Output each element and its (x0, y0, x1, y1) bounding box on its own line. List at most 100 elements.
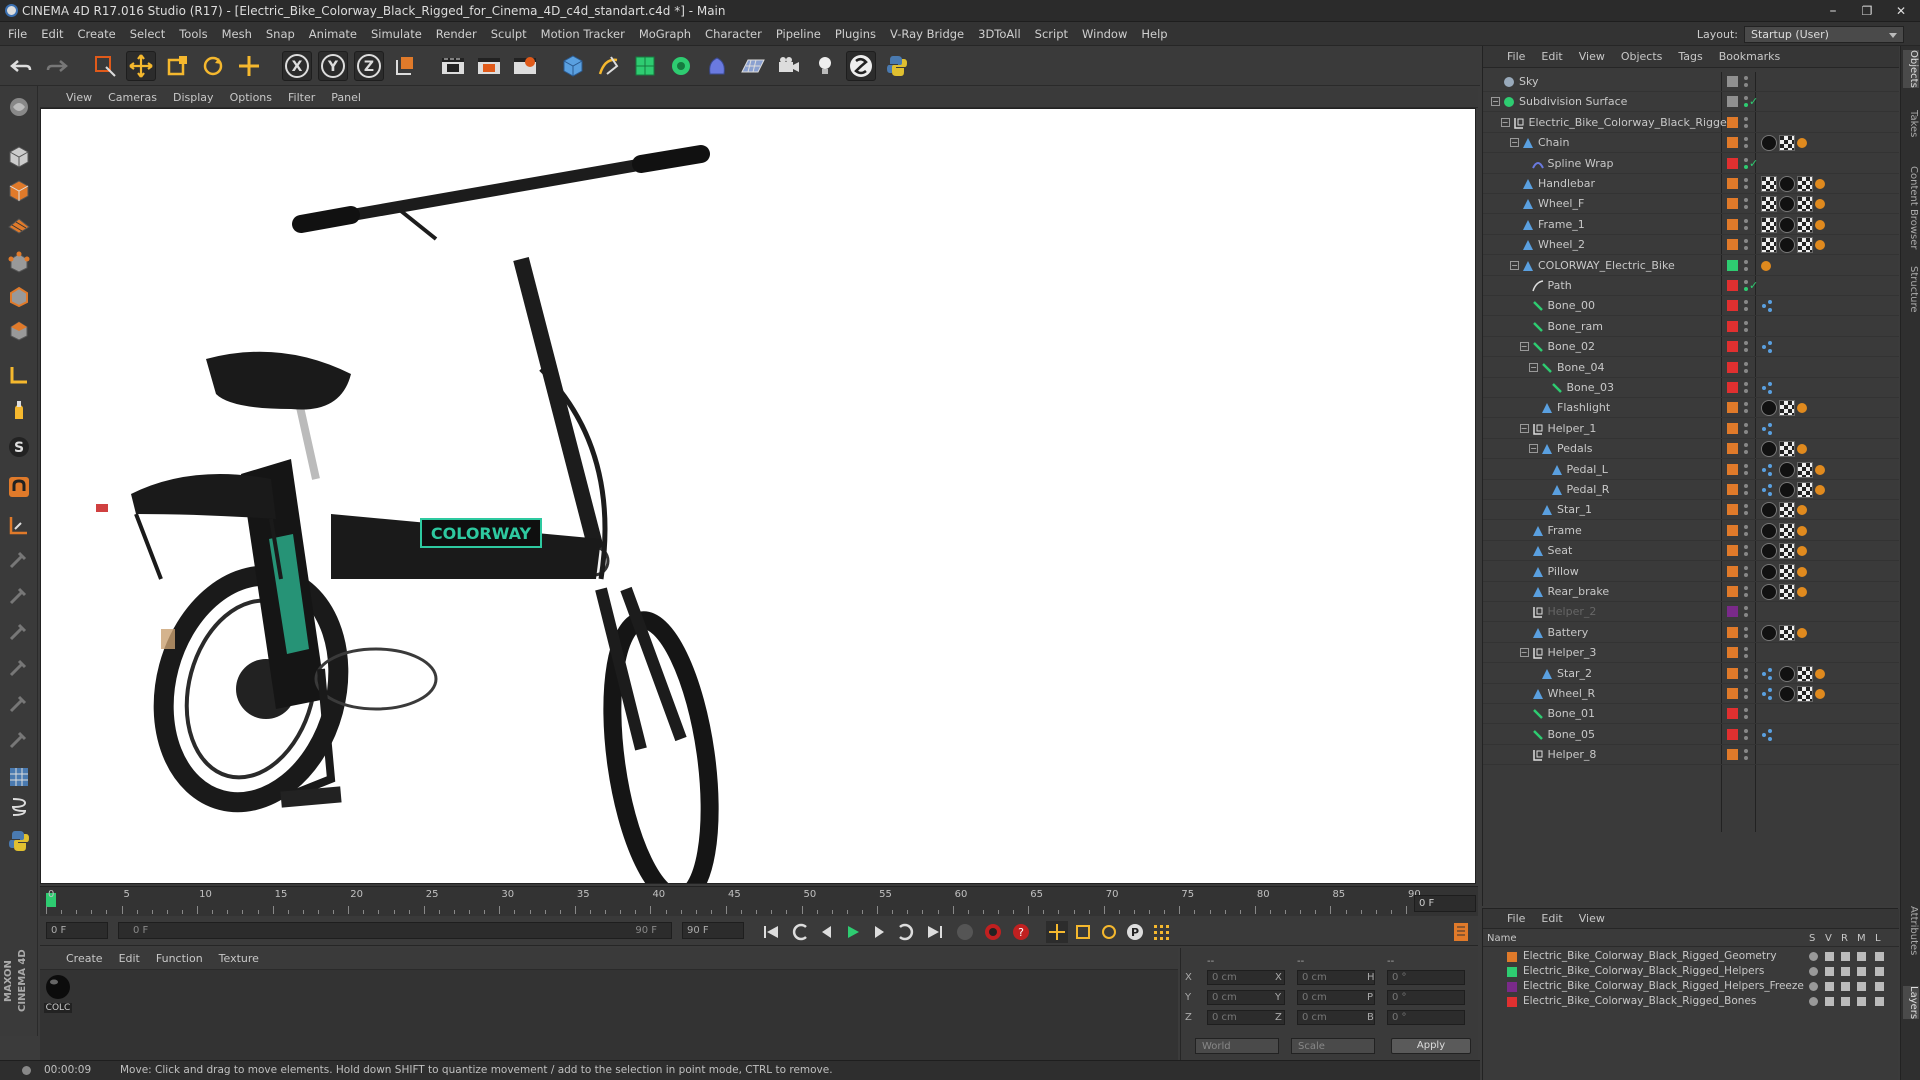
visibility-dots-icon[interactable] (1743, 401, 1749, 415)
material-tag-icon[interactable] (1761, 584, 1777, 600)
object-name[interactable]: Spline Wrap (1548, 157, 1614, 170)
end-frame-field[interactable]: 90 F (682, 922, 744, 939)
object-menu-item-1[interactable]: Edit (1541, 50, 1562, 63)
make-editable-icon[interactable] (4, 92, 34, 122)
object-name[interactable]: Bone_ram (1548, 320, 1604, 333)
visibility-dots-icon[interactable] (1743, 136, 1749, 150)
texture-tag-icon[interactable] (1779, 543, 1795, 560)
layer-color-swatch[interactable] (1727, 422, 1738, 434)
y-axis-icon[interactable]: Y (318, 51, 348, 81)
visibility-dots-icon[interactable] (1743, 218, 1749, 232)
object-name[interactable]: Star_2 (1557, 667, 1592, 680)
ik-tag-icon[interactable] (1761, 462, 1777, 478)
step-forward-icon[interactable] (868, 921, 890, 943)
phong-tag-icon[interactable] (1761, 176, 1777, 192)
ik-tag-icon[interactable] (1761, 298, 1777, 314)
menu-item-13[interactable]: Character (705, 27, 762, 41)
z-axis-icon[interactable]: Z (354, 51, 384, 81)
layer-manager-icon[interactable] (1857, 997, 1866, 1006)
layer-color-swatch[interactable] (1727, 484, 1738, 495)
expand-toggle-icon[interactable]: − (1519, 342, 1529, 352)
object-menu-item-2[interactable]: View (1579, 50, 1605, 63)
object-name[interactable]: Rear_brake (1548, 585, 1610, 598)
layer-color-swatch[interactable] (1727, 280, 1738, 291)
key-scale-icon[interactable] (1072, 921, 1094, 943)
display-tag-icon[interactable] (1797, 627, 1807, 638)
object-name[interactable]: Star_1 (1557, 503, 1592, 516)
coord-size-field[interactable]: 0 cm (1297, 1010, 1375, 1025)
menu-item-3[interactable]: Select (130, 27, 165, 41)
layer-row[interactable]: Electric_Bike_Colorway_Black_Rigged_Bone… (1483, 994, 1899, 1009)
autokeying-icon[interactable] (982, 921, 1004, 943)
object-row[interactable]: − Electric_Bike_Colorway_Black_Rigged (1483, 113, 1899, 133)
layer-name[interactable]: Electric_Bike_Colorway_Black_Rigged_Help… (1523, 965, 1764, 977)
layer-lock-icon[interactable] (1875, 967, 1884, 976)
layer-color-swatch[interactable] (1727, 218, 1738, 230)
display-tag-icon[interactable] (1797, 138, 1807, 149)
menu-item-1[interactable]: Edit (41, 27, 63, 41)
side-tab-0[interactable]: Objects (1903, 50, 1919, 88)
object-row[interactable]: − Helper_3 (1483, 643, 1899, 664)
object-name[interactable]: Wheel_R (1548, 687, 1596, 700)
preview-range-slider[interactable]: 0 F 90 F (118, 922, 672, 939)
python-icon[interactable] (882, 51, 912, 81)
layer-render-icon[interactable] (1841, 982, 1850, 991)
phong-tag-icon[interactable] (1761, 237, 1777, 254)
layer-color-swatch[interactable] (1727, 402, 1738, 414)
object-row[interactable]: Wheel_2 (1483, 235, 1899, 256)
visibility-dots-icon[interactable] (1743, 442, 1749, 456)
step-back-icon[interactable] (816, 921, 838, 943)
layer-color-swatch[interactable] (1727, 504, 1738, 516)
object-row[interactable]: Rear_brake (1483, 582, 1899, 602)
object-name[interactable]: COLORWAY_Electric_Bike (1538, 259, 1675, 272)
object-name[interactable]: Subdivision Surface (1519, 95, 1627, 108)
material-swatch[interactable]: COLC (44, 974, 72, 1013)
object-row[interactable]: Pedal_R (1483, 480, 1899, 500)
layer-row[interactable]: Electric_Bike_Colorway_Black_Rigged_Geom… (1483, 949, 1899, 964)
side-tab-2[interactable]: Content Browser (1903, 166, 1919, 249)
keyframe-selection-icon[interactable]: ? (1010, 921, 1032, 943)
layer-lock-icon[interactable] (1875, 982, 1884, 991)
menu-item-17[interactable]: 3DToAll (978, 27, 1021, 41)
object-name[interactable]: Chain (1538, 136, 1569, 149)
brush-tool-1-icon[interactable] (4, 544, 34, 574)
object-row[interactable]: Frame_1 (1483, 215, 1899, 235)
layer-color-swatch[interactable] (1727, 708, 1738, 720)
object-name[interactable]: Helper_3 (1548, 646, 1597, 659)
render-picture-viewer-icon[interactable] (474, 51, 504, 81)
material-tag-icon[interactable] (1761, 522, 1777, 539)
layer-color-swatch[interactable] (1727, 361, 1738, 373)
object-name[interactable]: Wheel_F (1538, 197, 1584, 210)
layer-color-swatch[interactable] (1727, 96, 1738, 108)
workplane-mode-icon[interactable] (4, 210, 34, 240)
layer-color-swatch[interactable] (1727, 178, 1738, 189)
menu-item-10[interactable]: Sculpt (491, 27, 527, 41)
layer-color-swatch[interactable] (1727, 116, 1738, 128)
ik-tag-icon[interactable] (1761, 482, 1777, 498)
menu-item-20[interactable]: Help (1141, 27, 1167, 41)
menu-item-15[interactable]: Plugins (835, 27, 876, 41)
texture-tag-icon[interactable] (1779, 502, 1795, 519)
layer-color-swatch[interactable] (1727, 157, 1738, 169)
menu-item-18[interactable]: Script (1035, 27, 1068, 41)
layer-visible-icon[interactable] (1825, 967, 1834, 976)
display-tag-icon[interactable] (1797, 566, 1807, 577)
visibility-dots-icon[interactable] (1743, 75, 1749, 89)
snap-icon[interactable]: S (4, 432, 34, 462)
pen-spline-icon[interactable] (594, 51, 624, 81)
visibility-dots-icon[interactable] (1743, 340, 1749, 354)
subdivision-surface-icon[interactable] (630, 51, 660, 81)
layer-name[interactable]: Electric_Bike_Colorway_Black_Rigged_Geom… (1523, 950, 1777, 962)
side-tab-3[interactable]: Structure (1903, 266, 1919, 313)
visibility-dots-icon[interactable] (1743, 565, 1749, 579)
goto-next-key-icon[interactable] (894, 921, 916, 943)
material-tag-icon[interactable] (1761, 441, 1777, 458)
texture-tag-icon[interactable] (1797, 176, 1813, 192)
layer-row[interactable]: Electric_Bike_Colorway_Black_Rigged_Help… (1483, 964, 1899, 979)
layer-color-swatch[interactable] (1507, 967, 1517, 977)
layer-color-swatch[interactable] (1727, 586, 1738, 597)
cube-object-icon[interactable] (558, 51, 588, 81)
layer-color-swatch[interactable] (1727, 341, 1738, 353)
object-menu-item-0[interactable]: File (1507, 50, 1525, 63)
deformer-icon[interactable] (702, 51, 732, 81)
